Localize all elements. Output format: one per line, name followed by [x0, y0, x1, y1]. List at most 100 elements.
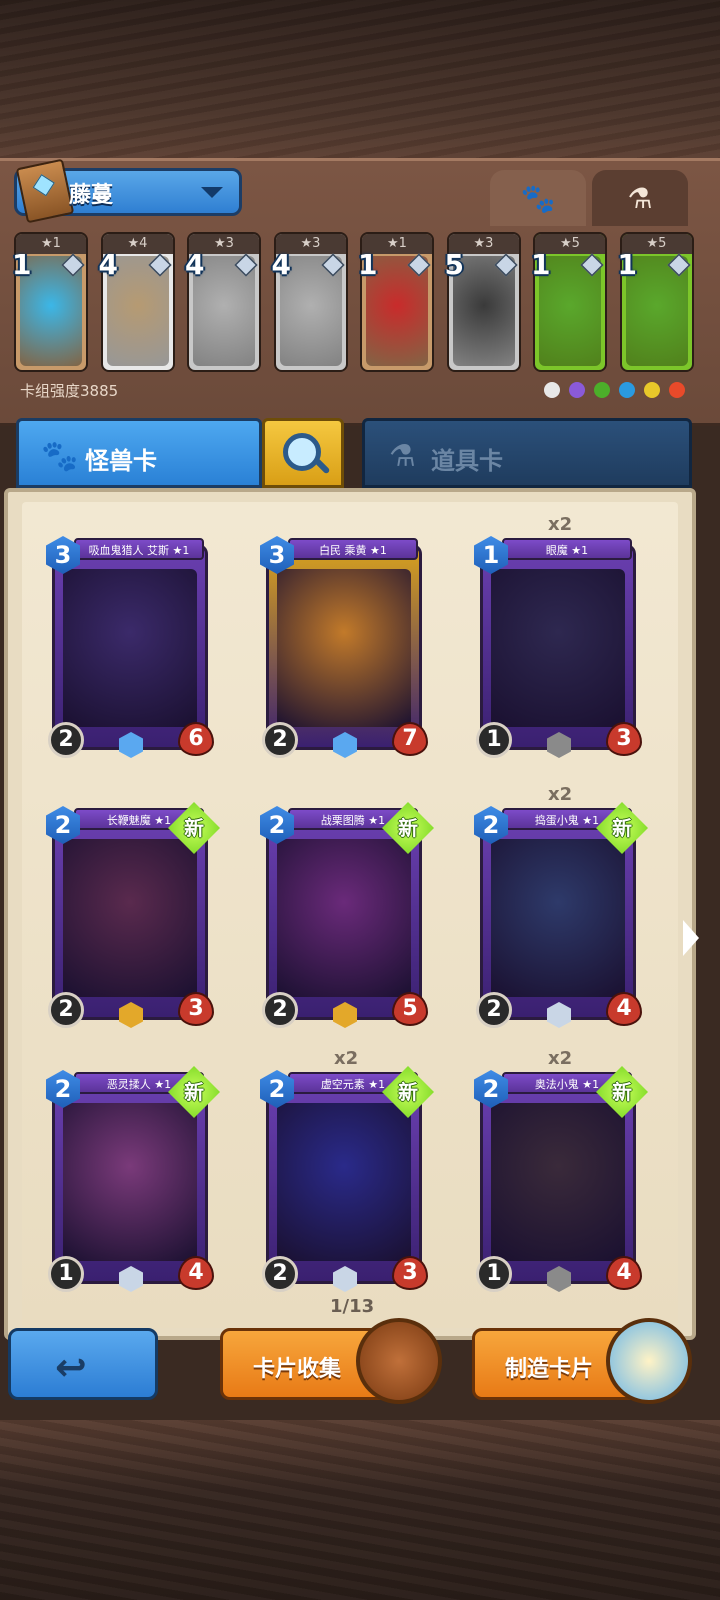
deck-slot[interactable]: ★3 4 — [271, 232, 348, 372]
slot-count: 4 — [271, 248, 291, 281]
card-art — [277, 1103, 411, 1261]
monster-card[interactable]: 奥法小鬼 ★1 2 1 4新 — [474, 1066, 648, 1292]
water-element-icon[interactable] — [619, 382, 635, 398]
card-frame — [266, 1078, 422, 1284]
tab-monster-cards-label: 怪兽卡 — [85, 447, 157, 475]
arcane-element-icon[interactable] — [569, 382, 585, 398]
card-name: 眼魔 ★1 — [502, 538, 632, 560]
search-icon-handle — [313, 457, 331, 475]
card-collection-label: 卡片收集 — [253, 1357, 342, 1382]
slot-count: 4 — [185, 248, 205, 281]
deck-slot[interactable]: ★3 4 — [185, 232, 261, 372]
monster-card[interactable]: 长鞭魅魔 ★1 2 2 3新 — [46, 802, 220, 1028]
card-art — [63, 569, 197, 727]
deck-slot[interactable]: ★3 5 — [444, 232, 521, 372]
nature-element-icon[interactable] — [594, 382, 610, 398]
card-art — [277, 839, 411, 997]
slot-count: 4 — [98, 248, 118, 281]
page-indicator: 1/13 — [330, 1296, 375, 1317]
slot-count: 1 — [12, 248, 32, 281]
card-health: 3 — [392, 1256, 428, 1290]
card-frame — [266, 544, 422, 750]
monster-card[interactable]: 吸血鬼猎人 艾斯 ★1 3 2 6 — [46, 536, 214, 758]
top-wood-background — [0, 0, 720, 160]
card-frame — [480, 544, 636, 750]
slot-count: 5 — [444, 248, 464, 281]
slot-count: 1 — [531, 248, 551, 281]
potion-icon: ⚗ — [627, 181, 653, 215]
card-art — [491, 569, 625, 727]
card-frame — [52, 544, 208, 750]
card-health: 4 — [606, 1256, 642, 1290]
neutral-element-icon[interactable] — [544, 382, 560, 398]
deck-name: 藤蔓 — [69, 183, 114, 208]
monster-card[interactable]: 白民 乘黄 ★1 3 2 7 — [260, 536, 428, 758]
card-art — [277, 569, 411, 727]
deck-slot[interactable]: ★1 1 — [12, 232, 88, 372]
next-page-arrow-icon[interactable] — [683, 920, 699, 956]
card-name: 吸血鬼猎人 艾斯 ★1 — [74, 538, 204, 560]
tab-item-cards-label: 道具卡 — [431, 447, 503, 475]
card-name: 白民 乘黄 ★1 — [288, 538, 418, 560]
card-health: 7 — [392, 722, 428, 756]
back-arrow-icon: ↩ — [55, 1345, 87, 1389]
fire-element-icon[interactable] — [669, 382, 685, 398]
duplicate-count: x2 — [548, 514, 573, 535]
card-art — [63, 839, 197, 997]
card-health: 5 — [392, 992, 428, 1026]
monster-card[interactable]: 捣蛋小鬼 ★1 2 2 4新 — [474, 802, 648, 1028]
potion-icon: ⚗ — [389, 439, 416, 474]
card-attack: 2 — [262, 722, 298, 758]
bottom-wood-background — [0, 1420, 720, 1600]
paw-icon: 🐾 — [520, 181, 556, 215]
back-button[interactable]: ↩ — [8, 1328, 158, 1400]
card-frame — [266, 814, 422, 1020]
card-attack: 1 — [48, 1256, 84, 1292]
card-attack: 2 — [476, 992, 512, 1028]
card-art — [63, 1103, 197, 1261]
monster-card[interactable]: 眼魔 ★1 1 1 3 — [474, 536, 642, 758]
deck-selector[interactable]: 藤蔓 — [14, 158, 242, 224]
tab-monster-cards[interactable]: 🐾 怪兽卡 — [16, 418, 262, 488]
tab-item-deck[interactable]: ⚗ — [592, 170, 688, 226]
deck-slot[interactable]: ★5 1 — [617, 232, 694, 372]
tab-monster-deck[interactable]: 🐾 — [490, 170, 586, 226]
card-attack: 1 — [476, 722, 512, 758]
lightning-element-icon[interactable] — [644, 382, 660, 398]
card-health: 4 — [606, 992, 642, 1026]
card-health: 4 — [178, 1256, 214, 1290]
slot-count: 1 — [358, 248, 378, 281]
search-button[interactable] — [262, 418, 344, 488]
card-frame — [52, 814, 208, 1020]
deck-slot[interactable]: ★5 1 — [531, 232, 607, 372]
monster-card[interactable]: 虚空元素 ★1 2 2 3新 — [260, 1066, 434, 1292]
card-health: 3 — [178, 992, 214, 1026]
paw-icon: 🐾 — [41, 439, 79, 474]
monster-card[interactable]: 恶灵揉人 ★1 2 1 4新 — [46, 1066, 220, 1292]
card-attack: 2 — [48, 992, 84, 1028]
duplicate-count: x2 — [334, 1048, 359, 1069]
deck-slot[interactable]: ★4 4 — [98, 232, 175, 372]
duplicate-count: x2 — [548, 784, 573, 805]
card-health: 3 — [606, 722, 642, 756]
card-attack: 2 — [262, 992, 298, 1028]
card-art — [491, 839, 625, 997]
monster-card[interactable]: 战栗图腾 ★1 2 2 5新 — [260, 802, 434, 1028]
deck-slot[interactable]: ★1 1 — [358, 232, 434, 372]
card-album-icon — [356, 1318, 442, 1404]
duplicate-count: x2 — [548, 1048, 573, 1069]
card-frame — [52, 1078, 208, 1284]
chevron-down-icon — [201, 187, 223, 198]
card-attack: 1 — [476, 1256, 512, 1292]
paw-jar-icon — [606, 1318, 692, 1404]
tab-item-cards[interactable]: ⚗ 道具卡 — [362, 418, 692, 488]
slot-count: 1 — [617, 248, 637, 281]
card-attack: 2 — [48, 722, 84, 758]
deck-book-icon — [15, 158, 75, 224]
craft-card-label: 制造卡片 — [505, 1357, 594, 1382]
card-frame — [480, 1078, 636, 1284]
card-art — [491, 1103, 625, 1261]
deck-power: 卡组强度3885 — [20, 382, 119, 400]
card-attack: 2 — [262, 1256, 298, 1292]
card-frame — [480, 814, 636, 1020]
